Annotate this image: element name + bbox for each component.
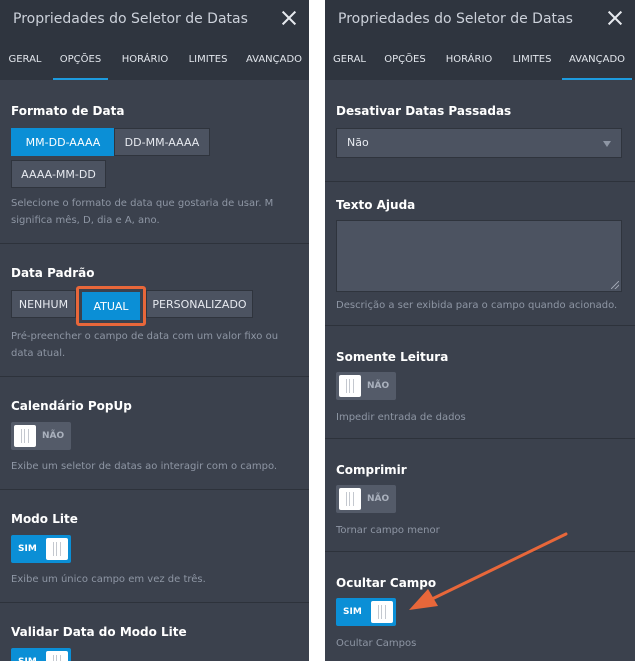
annotation-arrow-icon [409,532,568,610]
